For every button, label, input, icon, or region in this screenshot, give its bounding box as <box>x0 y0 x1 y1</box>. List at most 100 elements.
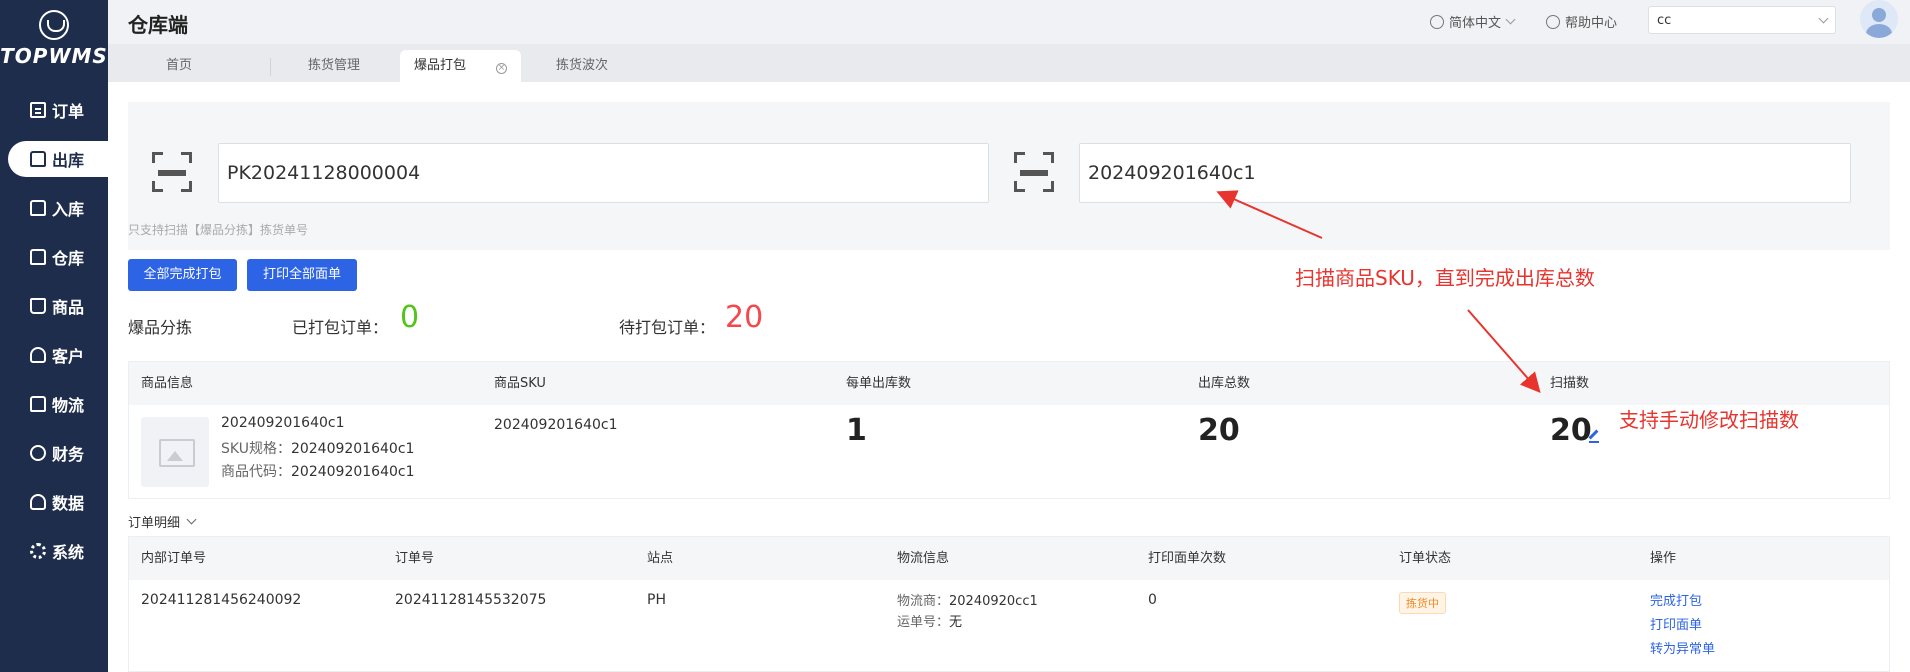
column-header: 内部订单号 <box>141 551 207 566</box>
order-table-header: 内部订单号 订单号 站点 物流信息 打印面单次数 订单状态 操作 <box>129 537 1889 580</box>
print-count: 0 <box>1148 592 1157 608</box>
tab-divider <box>270 58 271 76</box>
tab-label: 首页 <box>166 58 193 73</box>
product-icon <box>30 298 46 314</box>
user-select[interactable]: cc <box>1648 6 1836 34</box>
product-code-label: 商品代码： <box>221 464 291 480</box>
sidebar-item-label: 商品 <box>52 298 85 317</box>
order-table: 内部订单号 订单号 站点 物流信息 打印面单次数 订单状态 操作 2024112… <box>128 536 1890 672</box>
sidebar-item-label: 财务 <box>52 445 85 464</box>
tab-home[interactable]: 首页 <box>152 50 206 82</box>
sidebar-item-outbound[interactable]: 出库 <box>8 141 108 177</box>
product-name: 202409201640c1 <box>221 415 345 431</box>
user-select-value: cc <box>1657 12 1672 28</box>
scan-hint: 只支持扫描【爆品分拣】拣货单号 <box>128 223 309 237</box>
mark-exception-link[interactable]: 转为异常单 <box>1650 638 1715 657</box>
scan-icon <box>1014 152 1054 192</box>
scanned-quantity: 20 <box>1550 413 1592 448</box>
tab-label: 爆品打包 <box>414 58 467 73</box>
total-outbound-quantity: 20 <box>1198 413 1240 448</box>
sidebar-item-label: 系统 <box>52 543 85 562</box>
sidebar-item-label: 数据 <box>52 494 85 513</box>
logo-text: TOPWMS <box>0 44 108 68</box>
help-icon <box>1546 14 1560 29</box>
column-header: 每单出库数 <box>846 376 912 391</box>
carrier-value: 20240920cc1 <box>949 594 1038 609</box>
order-icon <box>30 102 46 118</box>
order-detail-label: 订单明细 <box>128 516 181 531</box>
tab-picking-wave[interactable]: 拣货波次 <box>542 50 622 82</box>
sidebar-item-order[interactable]: 订单 <box>0 92 108 128</box>
sidebar-item-system[interactable]: 系统 <box>0 533 108 569</box>
data-icon <box>30 494 46 510</box>
column-header: 站点 <box>647 551 674 566</box>
tab-hot-packing[interactable]: 爆品打包 × <box>400 50 522 82</box>
sidebar-item-data[interactable]: 数据 <box>0 484 108 520</box>
help-center-link[interactable]: 帮助中心 <box>1546 12 1617 31</box>
column-header: 商品信息 <box>141 376 194 391</box>
column-header: 扫描数 <box>1550 376 1590 391</box>
sidebar-item-label: 客户 <box>52 347 85 366</box>
sku-spec-value: 202409201640c1 <box>290 441 415 457</box>
sidebar-item-customer[interactable]: 客户 <box>0 337 108 373</box>
sidebar-item-inbound[interactable]: 入库 <box>0 190 108 226</box>
waybill-value: 无 <box>949 615 963 630</box>
column-header: 商品SKU <box>494 376 546 391</box>
sidebar-item-logistics[interactable]: 物流 <box>0 386 108 422</box>
finance-icon <box>30 445 46 461</box>
logistics-icon <box>30 396 46 412</box>
help-label: 帮助中心 <box>1565 16 1618 31</box>
print-label-link[interactable]: 打印面单 <box>1650 614 1702 633</box>
customer-icon <box>30 347 46 363</box>
globe-icon <box>1430 14 1444 29</box>
sidebar-item-product[interactable]: 商品 <box>0 288 108 324</box>
settings-icon <box>30 543 46 559</box>
header: 仓库端 简体中文 帮助中心 cc <box>108 0 1910 44</box>
edit-icon[interactable] <box>1589 433 1599 443</box>
scan-icon <box>152 152 192 192</box>
sku-spec-label: SKU规格： <box>221 441 291 457</box>
packed-orders-label: 已打包订单： <box>292 318 389 337</box>
internal-order-number: 202411281456240092 <box>141 592 302 608</box>
per-order-quantity: 1 <box>846 413 867 448</box>
warehouse-icon <box>30 249 46 265</box>
chevron-down-icon <box>1818 13 1829 23</box>
sidebar-item-label: 出库 <box>52 151 85 170</box>
column-header: 操作 <box>1650 551 1677 566</box>
picking-number-input[interactable] <box>218 143 989 203</box>
carrier-label: 物流商： <box>897 594 950 609</box>
tab-picking-management[interactable]: 拣货管理 <box>294 50 374 82</box>
column-header: 物流信息 <box>897 551 950 566</box>
column-header: 订单状态 <box>1399 551 1452 566</box>
complete-all-packing-button[interactable]: 全部完成打包 <box>128 259 237 291</box>
pending-orders-label: 待打包订单： <box>619 318 716 337</box>
table-row: 202411281456240092 20241128145532075 PH … <box>129 580 1889 672</box>
tab-label: 拣货管理 <box>308 58 361 73</box>
sidebar-item-label: 物流 <box>52 396 85 415</box>
annotation-manual-edit: 支持手动修改扫描数 <box>1619 408 1799 432</box>
column-header: 打印面单次数 <box>1148 551 1227 566</box>
sidebar-item-finance[interactable]: 财务 <box>0 435 108 471</box>
avatar[interactable] <box>1860 0 1898 38</box>
close-icon[interactable]: × <box>496 63 508 74</box>
inbound-icon <box>30 200 46 216</box>
product-table-header: 商品信息 商品SKU 每单出库数 出库总数 扫描数 <box>129 362 1889 405</box>
product-code-value: 202409201640c1 <box>291 464 415 480</box>
sidebar-item-label: 仓库 <box>52 249 85 268</box>
site: PH <box>647 592 666 608</box>
column-header: 订单号 <box>395 551 435 566</box>
logo: TOPWMS <box>0 10 108 68</box>
order-number: 20241128145532075 <box>395 592 547 608</box>
complete-packing-link[interactable]: 完成打包 <box>1650 590 1702 609</box>
product-sku: 202409201640c1 <box>494 417 618 433</box>
print-all-labels-button[interactable]: 打印全部面单 <box>247 259 357 291</box>
product-image-placeholder-icon <box>141 417 209 487</box>
sku-scan-input[interactable] <box>1079 143 1851 203</box>
chevron-down-icon <box>186 514 197 525</box>
chevron-down-icon <box>1505 14 1516 25</box>
language-switcher[interactable]: 简体中文 <box>1430 12 1516 31</box>
tab-bar: 首页 拣货管理 爆品打包 × 拣货波次 <box>108 44 1910 82</box>
sidebar-item-warehouse[interactable]: 仓库 <box>0 239 108 275</box>
sidebar: TOPWMS 订单 出库 入库 仓库 商品 客户 物流 财务 数据 系统 <box>0 0 108 672</box>
order-detail-toggle[interactable]: 订单明细 <box>128 512 197 531</box>
